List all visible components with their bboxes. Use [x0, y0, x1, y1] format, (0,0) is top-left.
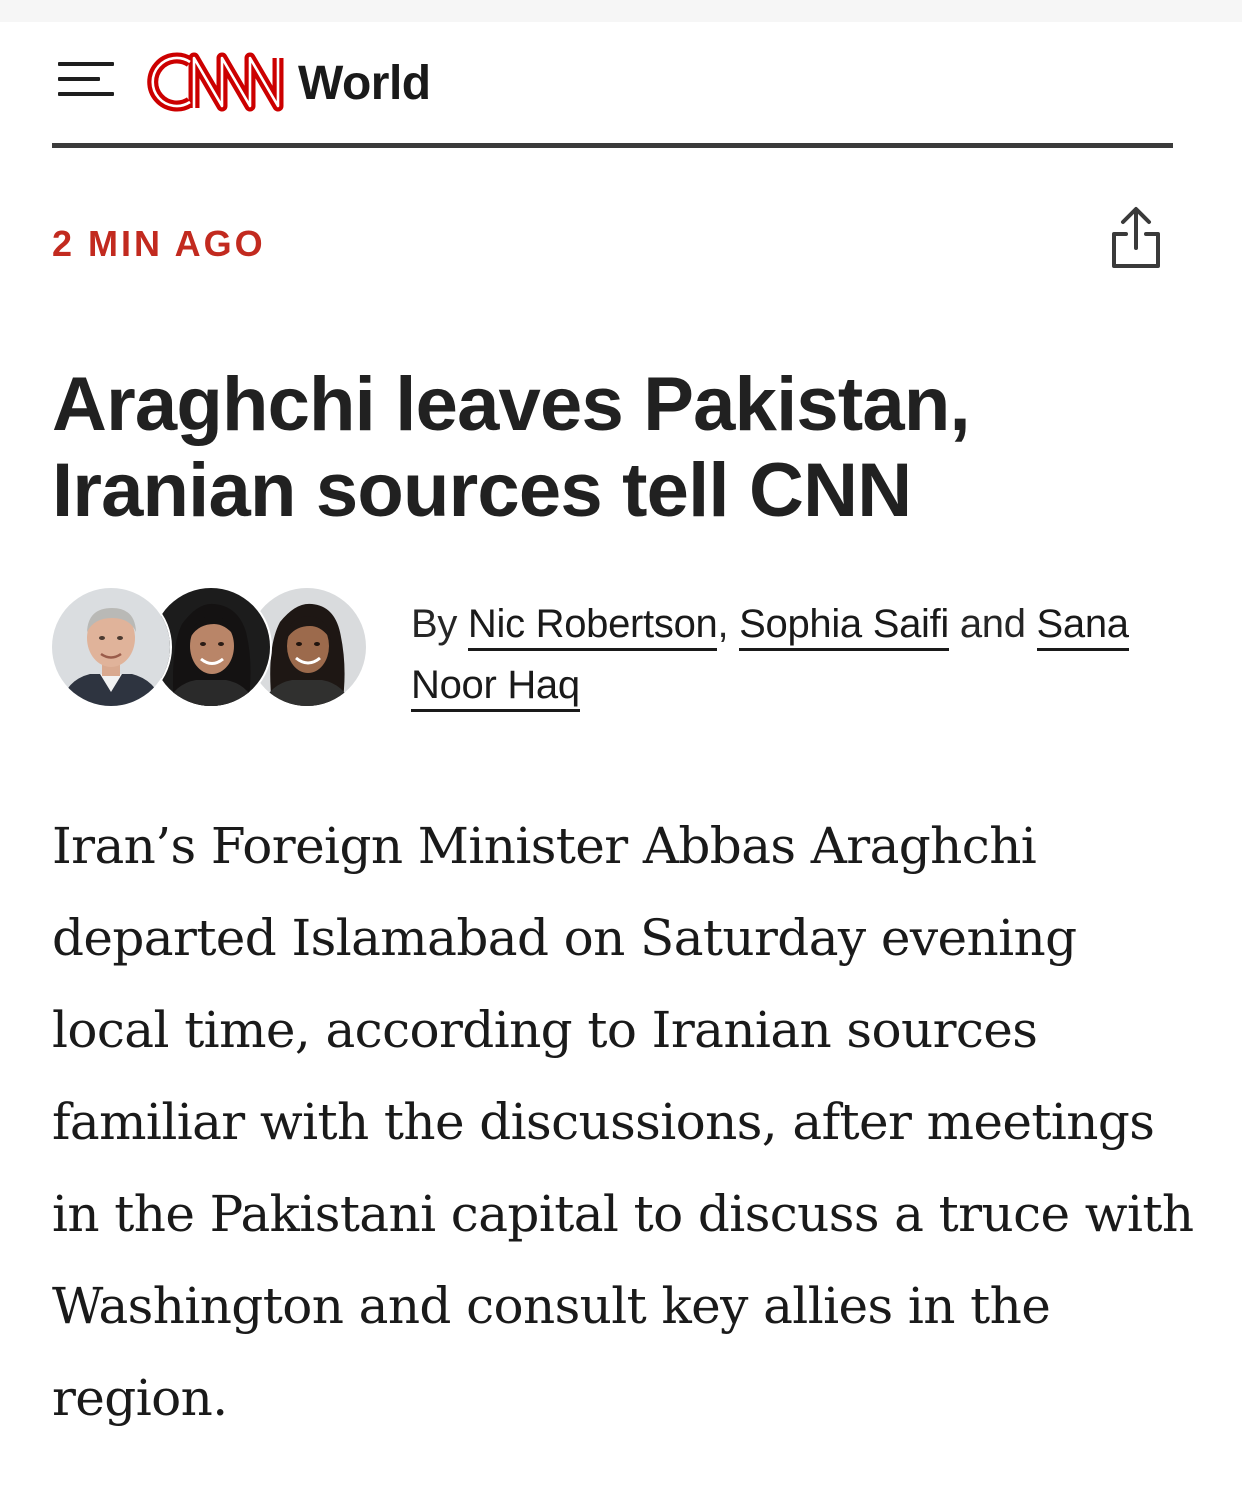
- article-headline: Araghchi leaves Pakistan, Iranian source…: [52, 362, 971, 533]
- avatar-nic-robertson[interactable]: [50, 586, 172, 708]
- header-divider: [52, 143, 1173, 148]
- section-name[interactable]: World: [298, 54, 431, 114]
- author-avatars[interactable]: [50, 586, 370, 708]
- article-timestamp: 2 MIN AGO: [52, 223, 266, 264]
- author-link-sophia-saifi[interactable]: Sophia Saifi: [739, 602, 949, 651]
- hamburger-menu-icon[interactable]: [58, 58, 114, 100]
- top-status-strip: [0, 0, 1242, 22]
- article-paragraph: Iran’s Foreign Minister Abbas Araghchi d…: [52, 817, 1194, 1427]
- article-byline: By Nic Robertson, Sophia Saifi and Sana …: [411, 594, 1171, 716]
- site-header: World: [52, 44, 1173, 124]
- share-icon[interactable]: [1106, 204, 1166, 274]
- author-link-nic-robertson[interactable]: Nic Robertson: [467, 602, 718, 651]
- byline-prefix: By: [411, 602, 458, 646]
- byline-conjunction: and: [959, 602, 1026, 646]
- byline-separator: ,: [717, 602, 729, 646]
- cnn-logo[interactable]: [146, 48, 288, 116]
